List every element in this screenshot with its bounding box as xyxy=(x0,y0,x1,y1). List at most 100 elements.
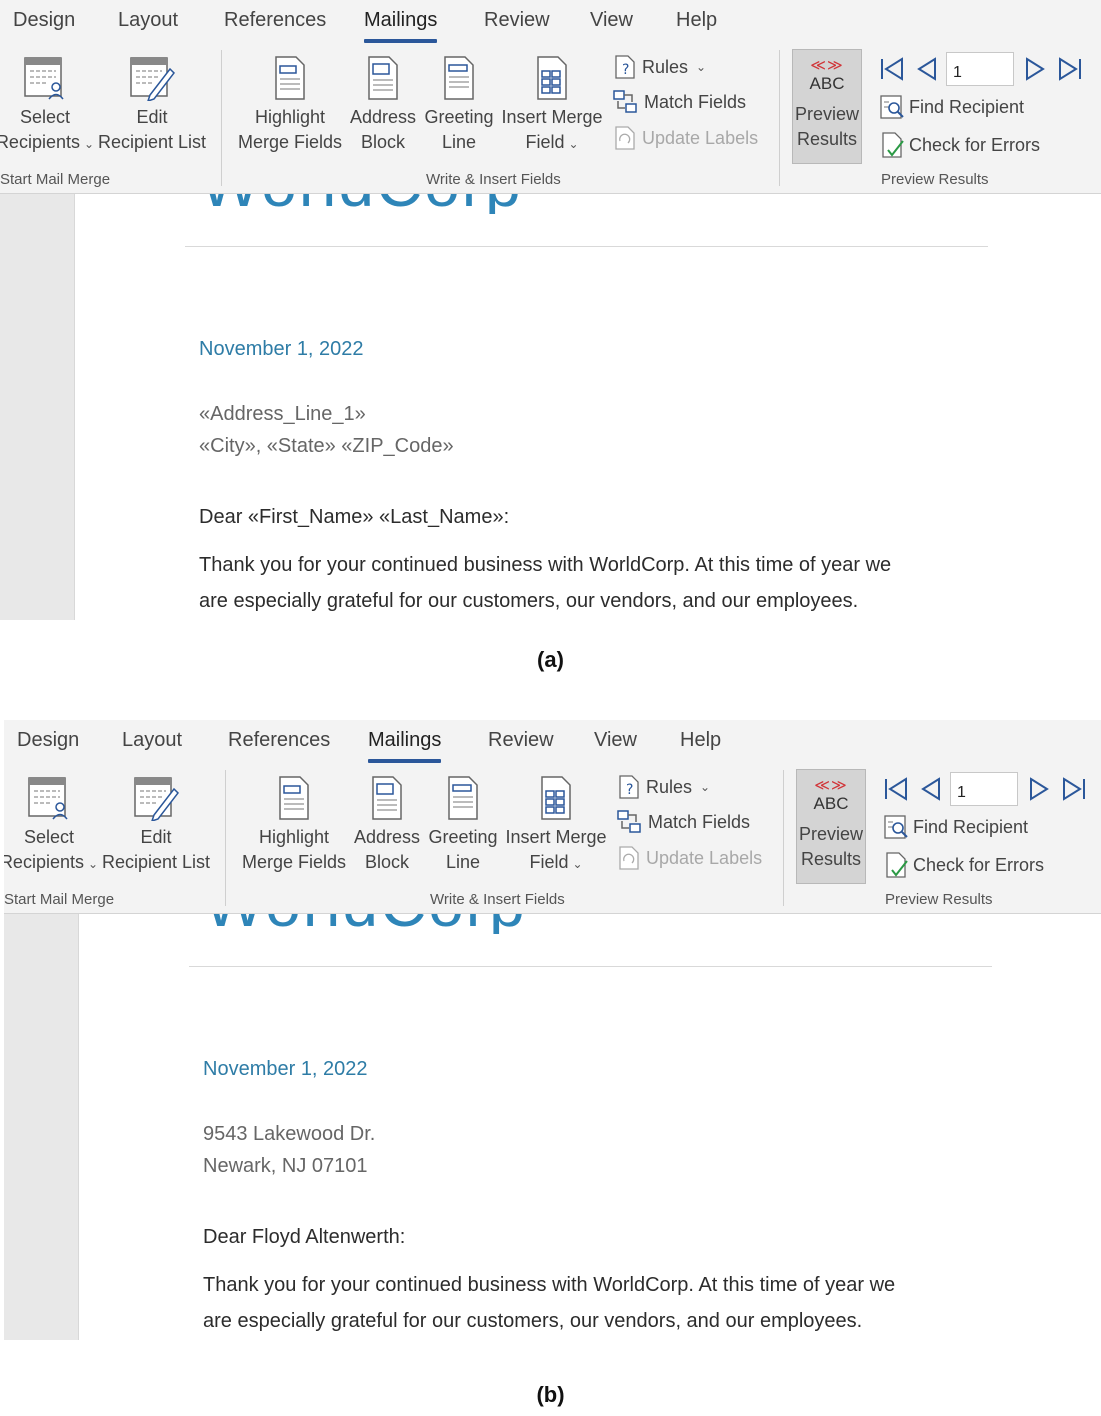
tab-layout[interactable]: Layout xyxy=(122,729,182,752)
header-rule xyxy=(189,966,992,967)
preview-results-label-1: Preview xyxy=(794,104,860,124)
tab-view[interactable]: View xyxy=(590,9,633,32)
match-fields-icon xyxy=(613,90,637,113)
update-labels-label: Update Labels xyxy=(642,127,759,148)
address-block-button[interactable]: Address Block xyxy=(346,55,420,155)
address-line-1: «Address_Line_1» xyxy=(199,403,366,425)
update-labels-button[interactable]: Update Labels xyxy=(618,845,762,871)
edit-list-label-1: Edit xyxy=(140,827,172,847)
highlight-label-1: Highlight xyxy=(254,107,326,127)
address-block-label-2: Block xyxy=(364,852,409,872)
insert-merge-label-2-wrap: Field ⌄ xyxy=(502,850,610,877)
match-fields-button[interactable]: Match Fields xyxy=(616,809,750,835)
preview-abc-label: ABC xyxy=(809,74,845,93)
chevron-down-icon: ⌄ xyxy=(700,780,711,794)
address-block-button[interactable]: Address Block xyxy=(350,775,424,875)
match-fields-label: Match Fields xyxy=(644,91,747,112)
insert-merge-field-button[interactable]: Insert Merge Field ⌄ xyxy=(498,55,606,157)
rules-button[interactable]: ? Rules ⌄ xyxy=(618,774,710,800)
record-number-input[interactable] xyxy=(946,52,1014,86)
match-fields-icon xyxy=(617,810,641,833)
tab-review[interactable]: Review xyxy=(488,729,554,752)
edit-list-label-2: Recipient List xyxy=(97,132,207,152)
edit-recipient-list-button[interactable]: Edit Recipient List xyxy=(96,55,208,155)
edit-recipient-list-button[interactable]: Edit Recipient List xyxy=(100,775,212,875)
greeting-line-button[interactable]: Greeting Line xyxy=(421,55,497,155)
insert-merge-label-2-wrap: Field ⌄ xyxy=(498,130,606,157)
group-separator xyxy=(221,50,222,186)
select-recipients-label-2: Recipients xyxy=(4,852,84,872)
document-area[interactable]: WorldCorp November 1, 2022 9543 Lakewood… xyxy=(4,874,1101,1340)
recipients-list-icon xyxy=(28,777,68,820)
preview-abc-label: ABC xyxy=(813,794,849,813)
previous-record-icon[interactable] xyxy=(919,776,943,802)
insert-merge-field-button[interactable]: Insert Merge Field ⌄ xyxy=(502,775,610,877)
highlight-merge-fields-button[interactable]: Highlight Merge Fields xyxy=(240,775,348,875)
body-line-1: Thank you for your continued business wi… xyxy=(199,554,892,576)
first-record-icon[interactable] xyxy=(879,56,905,82)
panel-a: Design Layout References Mailings Review… xyxy=(0,0,1101,620)
update-labels-label: Update Labels xyxy=(646,847,763,868)
check-errors-icon xyxy=(882,132,904,158)
salutation: Dear «First_Name» «Last_Name»: xyxy=(199,506,510,528)
first-record-icon[interactable] xyxy=(883,776,909,802)
next-record-icon[interactable] xyxy=(1023,56,1047,82)
tab-help[interactable]: Help xyxy=(680,729,721,752)
insert-merge-label-2: Field xyxy=(525,132,565,152)
recipients-list-icon xyxy=(24,57,64,100)
tab-review[interactable]: Review xyxy=(484,9,550,32)
insert-merge-label-1: Insert Merge xyxy=(505,827,607,847)
insert-merge-field-icon xyxy=(537,56,567,100)
match-fields-button[interactable]: Match Fields xyxy=(612,89,746,115)
last-record-icon[interactable] xyxy=(1057,56,1083,82)
insert-merge-field-icon xyxy=(541,776,571,820)
record-number-input[interactable] xyxy=(950,772,1018,806)
rules-label: Rules xyxy=(642,56,689,77)
greeting-line-label-1: Greeting xyxy=(428,827,498,847)
address-block-label-1: Address xyxy=(349,107,417,127)
previous-record-icon[interactable] xyxy=(915,56,939,82)
rules-button[interactable]: ? Rules ⌄ xyxy=(614,54,706,80)
tab-mailings[interactable]: Mailings xyxy=(368,729,442,763)
update-labels-button[interactable]: Update Labels xyxy=(614,125,758,151)
select-recipients-label-2: Recipients xyxy=(0,132,80,152)
tab-references[interactable]: References xyxy=(228,729,330,752)
update-labels-icon xyxy=(615,126,635,150)
preview-results-button[interactable]: ≪≫ ABC Preview Results xyxy=(796,769,866,884)
document-area[interactable]: WorldCorp November 1, 2022 «Address_Line… xyxy=(0,154,1101,620)
tab-bar: Design Layout References Mailings Review… xyxy=(0,0,1101,44)
body-line-2: are especially grateful for our customer… xyxy=(203,1310,863,1332)
address-line-2: «City», «State» «ZIP_Code» xyxy=(199,435,454,457)
tab-design[interactable]: Design xyxy=(17,729,79,752)
tab-references[interactable]: References xyxy=(224,9,326,32)
address-block-icon xyxy=(368,56,398,100)
find-recipient-icon xyxy=(884,815,908,839)
highlight-merge-fields-button[interactable]: Highlight Merge Fields xyxy=(236,55,344,155)
last-record-icon[interactable] xyxy=(1061,776,1087,802)
select-recipients-button[interactable]: Select Recipients ⌄ xyxy=(4,775,104,877)
group-separator xyxy=(783,770,784,906)
start-mail-merge-group-label: Start Mail Merge xyxy=(0,171,111,188)
tab-view[interactable]: View xyxy=(594,729,637,752)
tab-help[interactable]: Help xyxy=(676,9,717,32)
check-for-errors-button[interactable]: Check for Errors xyxy=(881,131,1040,159)
find-recipient-button[interactable]: Find Recipient xyxy=(879,94,1024,120)
tab-mailings[interactable]: Mailings xyxy=(364,9,438,43)
select-recipients-button[interactable]: Select Recipients ⌄ xyxy=(0,55,100,157)
edit-list-label-2: Recipient List xyxy=(101,852,211,872)
start-mail-merge-group-label: Start Mail Merge xyxy=(4,891,115,908)
tab-layout[interactable]: Layout xyxy=(118,9,178,32)
greeting-line-button[interactable]: Greeting Line xyxy=(425,775,501,875)
edit-list-icon xyxy=(134,777,179,821)
write-insert-group-label: Write & Insert Fields xyxy=(430,891,565,908)
preview-results-label-2: Results xyxy=(796,129,858,149)
check-for-errors-button[interactable]: Check for Errors xyxy=(885,851,1044,879)
panel-b: Design Layout References Mailings Review… xyxy=(4,720,1101,1340)
document-gutter xyxy=(4,914,79,1340)
tab-design[interactable]: Design xyxy=(13,9,75,32)
address-block-label-2: Block xyxy=(360,132,405,152)
find-recipient-button[interactable]: Find Recipient xyxy=(883,814,1028,840)
highlight-label-1: Highlight xyxy=(258,827,330,847)
next-record-icon[interactable] xyxy=(1027,776,1051,802)
preview-results-button[interactable]: ≪≫ ABC Preview Results xyxy=(792,49,862,164)
